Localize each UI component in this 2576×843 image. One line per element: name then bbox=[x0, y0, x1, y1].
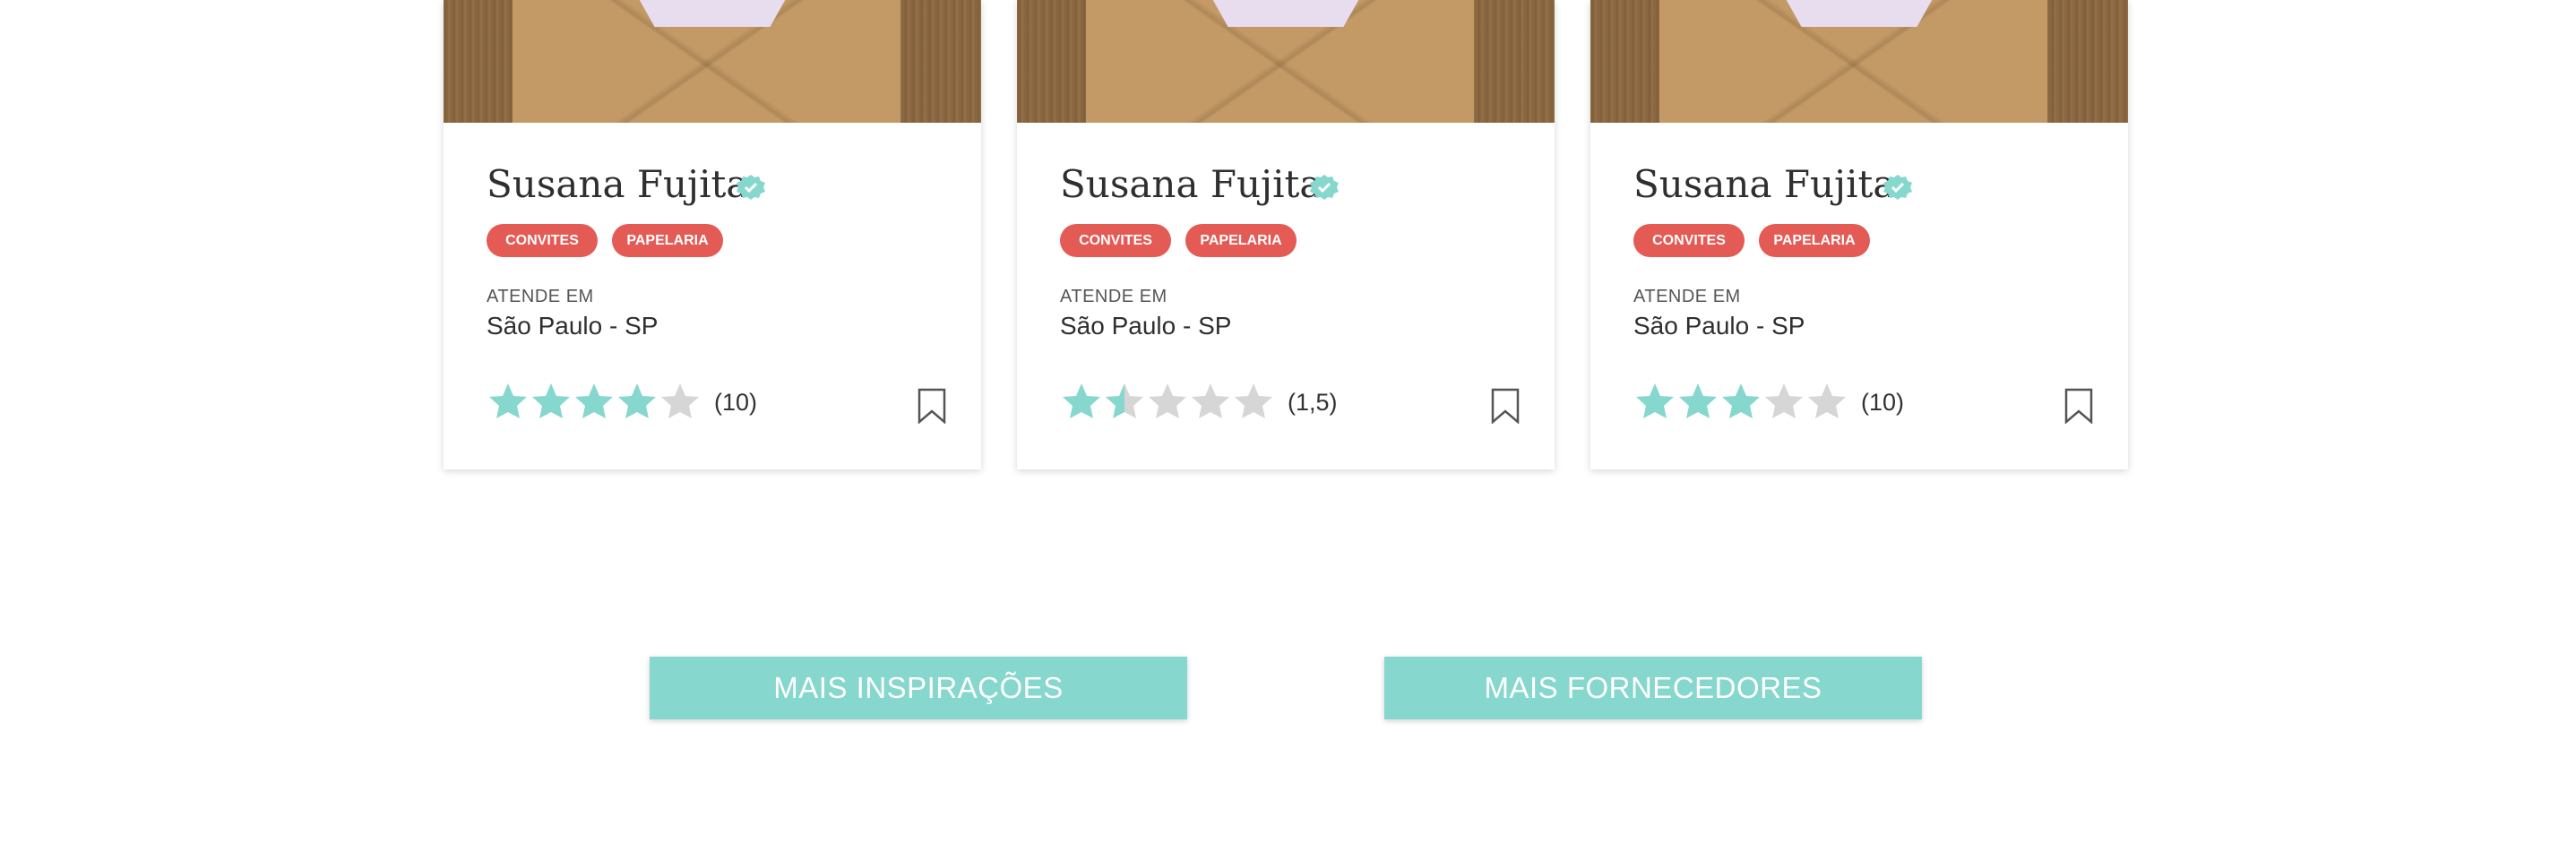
tag-convites[interactable]: CONVITES bbox=[1633, 224, 1745, 257]
bookmark-icon[interactable] bbox=[917, 388, 947, 424]
vendor-card[interactable]: Susana Fujita CONVITES PAPELARIA ATENDE … bbox=[1590, 0, 2128, 469]
rating-count: (10) bbox=[714, 388, 758, 416]
vendor-card[interactable]: Susana Fujita CONVITES PAPELARIA ATENDE … bbox=[444, 0, 981, 469]
vendor-name[interactable]: Susana Fujita bbox=[1633, 162, 1895, 206]
star-icon bbox=[1679, 383, 1717, 418]
star-rating: (1,5) bbox=[1060, 381, 1338, 424]
more-suppliers-button[interactable]: MAIS FORNECEDORES bbox=[1384, 657, 1922, 719]
location: São Paulo - SP bbox=[487, 312, 659, 340]
card-image[interactable] bbox=[1590, 0, 2128, 123]
more-inspirations-button[interactable]: MAIS INSPIRAÇÕES bbox=[650, 657, 1187, 719]
bookmark-icon[interactable] bbox=[1490, 388, 1521, 424]
stars bbox=[1060, 381, 1275, 425]
star-icon bbox=[489, 383, 527, 418]
vendor-name[interactable]: Susana Fujita bbox=[1060, 162, 1322, 206]
verified-icon bbox=[1310, 175, 1339, 200]
star-icon bbox=[618, 383, 656, 418]
star-icon bbox=[1722, 383, 1760, 418]
serves-label: ATENDE EM bbox=[487, 287, 594, 306]
star-rating: (10) bbox=[487, 381, 757, 424]
serves-label: ATENDE EM bbox=[1633, 287, 1741, 306]
star-icon bbox=[1765, 383, 1803, 418]
stars bbox=[1633, 381, 1848, 425]
star-icon bbox=[1063, 383, 1100, 418]
vendor-card[interactable]: Susana Fujita CONVITES PAPELARIA ATENDE … bbox=[1017, 0, 1555, 469]
rating-count: (10) bbox=[1861, 388, 1905, 416]
card-image[interactable] bbox=[1017, 0, 1555, 123]
stars bbox=[487, 381, 702, 425]
location: São Paulo - SP bbox=[1060, 312, 1232, 340]
location: São Paulo - SP bbox=[1633, 312, 1805, 340]
star-icon bbox=[661, 383, 699, 418]
verified-icon bbox=[1883, 175, 1912, 200]
tag-papelaria[interactable]: PAPELARIA bbox=[1185, 224, 1297, 257]
tag-papelaria[interactable]: PAPELARIA bbox=[612, 224, 723, 257]
tag-convites[interactable]: CONVITES bbox=[1060, 224, 1171, 257]
star-icon bbox=[575, 383, 613, 418]
star-icon bbox=[1636, 383, 1674, 418]
rating-count: (1,5) bbox=[1288, 388, 1338, 416]
card-image[interactable] bbox=[444, 0, 981, 123]
star-icon bbox=[532, 383, 570, 418]
star-rating: (10) bbox=[1633, 381, 1904, 424]
star-icon bbox=[1106, 383, 1143, 418]
serves-label: ATENDE EM bbox=[1060, 287, 1167, 306]
tag-papelaria[interactable]: PAPELARIA bbox=[1759, 224, 1870, 257]
verified-icon bbox=[737, 175, 765, 200]
star-icon bbox=[1235, 383, 1272, 418]
vendor-name[interactable]: Susana Fujita bbox=[487, 162, 748, 206]
star-icon bbox=[1808, 383, 1846, 418]
tag-convites[interactable]: CONVITES bbox=[487, 224, 598, 257]
star-icon bbox=[1192, 383, 1229, 418]
star-icon bbox=[1149, 383, 1186, 418]
bookmark-icon[interactable] bbox=[2063, 388, 2094, 424]
